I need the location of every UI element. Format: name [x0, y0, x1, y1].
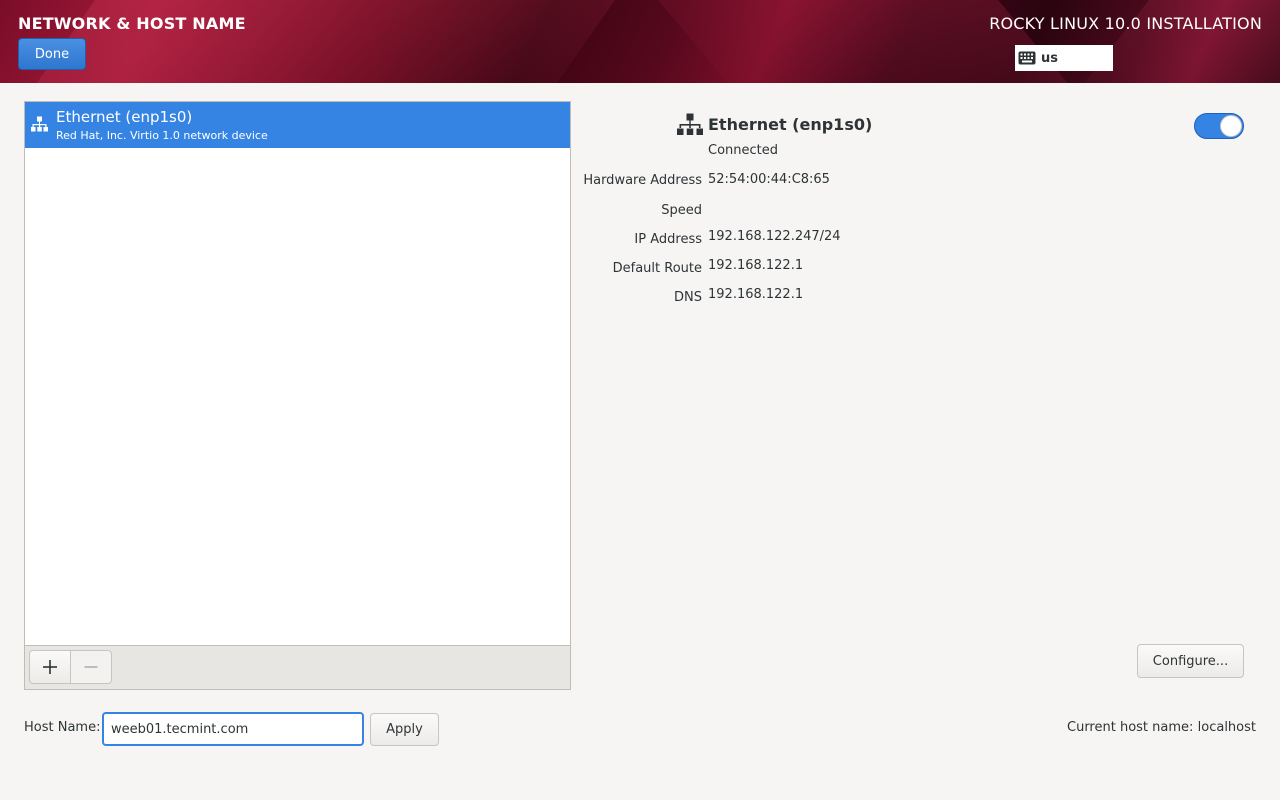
- device-list-toolbar: [25, 645, 570, 689]
- header-decoration: [0, 0, 644, 83]
- host-name-input[interactable]: [102, 712, 364, 746]
- dns-label: DNS: [674, 290, 702, 305]
- ip-address-label: IP Address: [634, 232, 702, 247]
- network-device-list: Ethernet (enp1s0) Red Hat, Inc. Virtio 1…: [24, 101, 571, 690]
- configure-button[interactable]: Configure...: [1137, 644, 1244, 678]
- host-name-label: Host Name:: [24, 720, 101, 735]
- current-host-name-value: localhost: [1197, 720, 1256, 735]
- keyboard-icon: [1018, 51, 1036, 65]
- remove-device-button[interactable]: [70, 650, 112, 684]
- device-enable-toggle[interactable]: [1194, 113, 1244, 139]
- speed-label: Speed: [661, 203, 702, 218]
- device-name: Ethernet (enp1s0): [56, 108, 193, 126]
- device-detail-name: Ethernet (enp1s0): [708, 115, 873, 134]
- device-description: Red Hat, Inc. Virtio 1.0 network device: [56, 129, 268, 142]
- ip-address-value: 192.168.122.247/24: [708, 229, 841, 244]
- minus-icon: [84, 666, 98, 668]
- network-wired-icon: [31, 116, 48, 132]
- connection-status: Connected: [708, 143, 779, 158]
- plus-icon: [43, 660, 57, 674]
- default-route-label: Default Route: [612, 261, 702, 276]
- keyboard-layout-indicator[interactable]: us: [1015, 45, 1113, 71]
- default-route-value: 192.168.122.1: [708, 258, 804, 273]
- done-button[interactable]: Done: [18, 38, 86, 70]
- device-row-enp1s0[interactable]: Ethernet (enp1s0) Red Hat, Inc. Virtio 1…: [25, 102, 570, 148]
- hardware-address-label: Hardware Address: [583, 173, 702, 188]
- hardware-address-value: 52:54:00:44:C8:65: [708, 172, 830, 187]
- page-title: NETWORK & HOST NAME: [18, 14, 246, 33]
- toggle-knob: [1220, 115, 1242, 137]
- keyboard-layout-label: us: [1041, 50, 1058, 66]
- apply-button[interactable]: Apply: [370, 713, 439, 746]
- header-banner: NETWORK & HOST NAME Done ROCKY LINUX 10.…: [0, 0, 1280, 83]
- network-wired-icon: [677, 113, 703, 135]
- add-device-button[interactable]: [29, 650, 71, 684]
- dns-value: 192.168.122.1: [708, 287, 804, 302]
- product-title: ROCKY LINUX 10.0 INSTALLATION: [989, 14, 1262, 33]
- current-host-name-label: Current host name:: [1067, 720, 1194, 735]
